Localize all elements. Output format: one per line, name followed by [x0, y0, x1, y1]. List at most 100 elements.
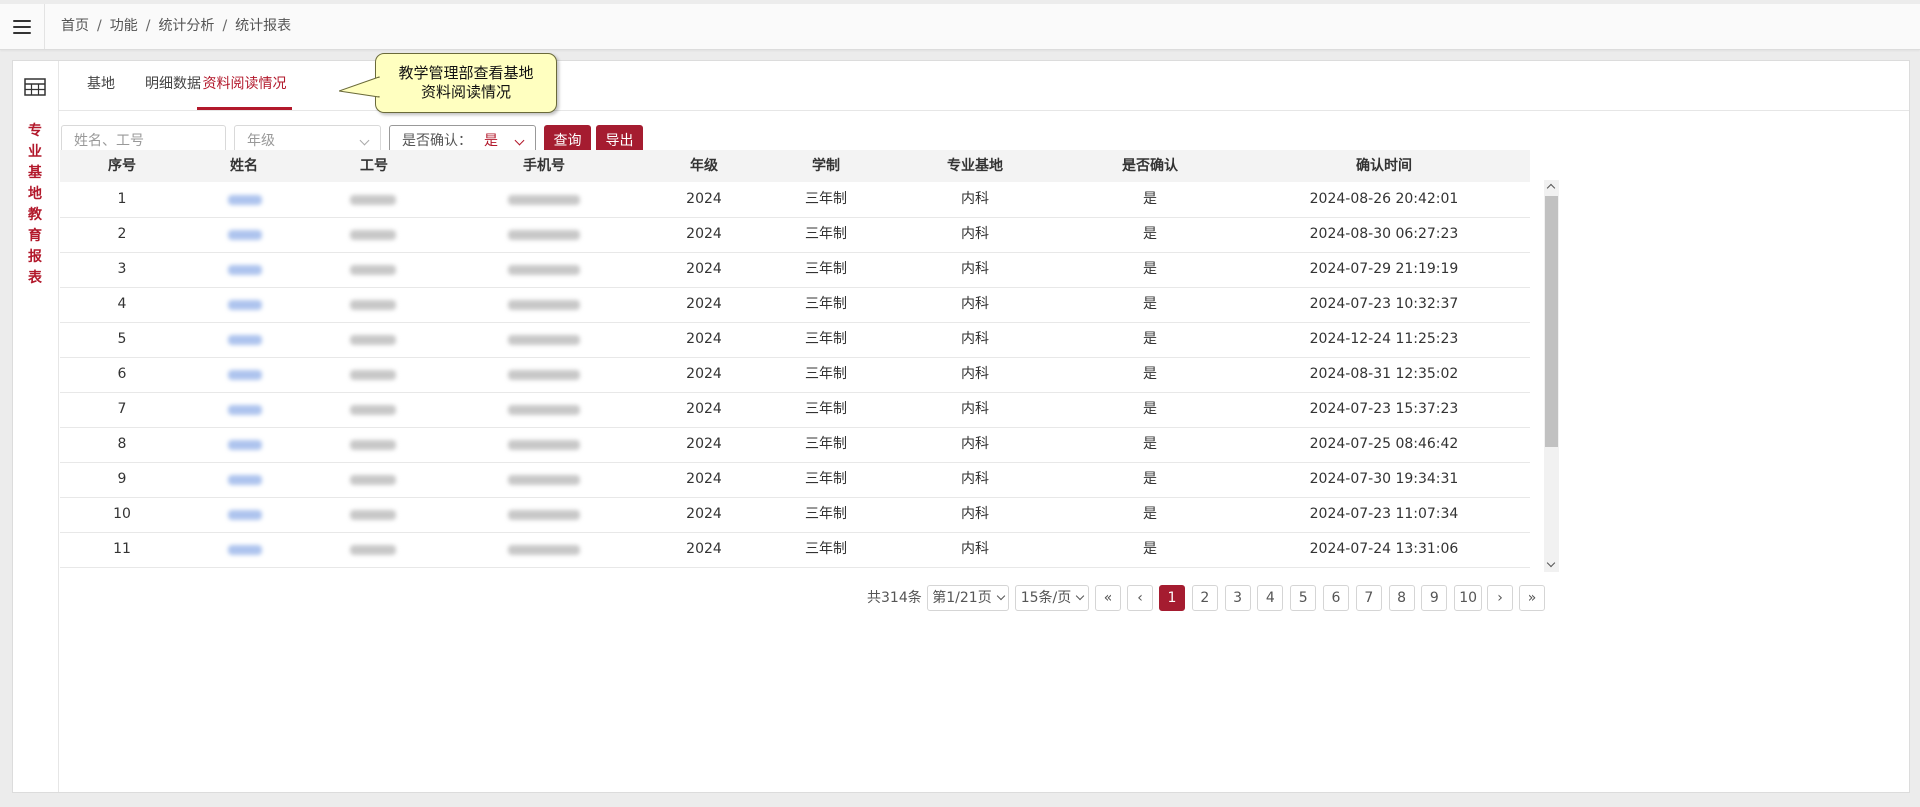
table-row[interactable]: 9 2024 三年制 内科 是 2024-07-30 19:34:31: [60, 462, 1530, 498]
page-button-5[interactable]: 5: [1290, 585, 1317, 611]
page-button-7[interactable]: 7: [1355, 585, 1382, 611]
table-row[interactable]: 1 2024 三年制 内科 是 2024-08-26 20:42:01: [60, 182, 1530, 218]
tab-base[interactable]: 基地: [76, 61, 126, 110]
col-name-redacted[interactable]: [228, 510, 262, 520]
col-phone-redacted: [508, 230, 580, 240]
col-job-id-redacted: [350, 405, 396, 415]
scroll-down-arrow-icon[interactable]: [1544, 558, 1559, 572]
table-row[interactable]: 11 2024 三年制 内科 是 2024-07-24 13:31:06: [60, 532, 1530, 568]
page-button-4[interactable]: 4: [1257, 585, 1284, 611]
page-button-1[interactable]: 1: [1159, 585, 1185, 611]
col-name-redacted[interactable]: [228, 265, 262, 275]
col-grade: 2024: [686, 191, 722, 207]
col-name-redacted[interactable]: [228, 370, 262, 380]
scroll-thumb[interactable]: [1545, 196, 1558, 447]
page-size-select[interactable]: 15条/页: [1015, 585, 1089, 611]
col-header-job-id: 工号: [360, 158, 388, 174]
col-confirm-time: 2024-07-25 08:46:42: [1309, 436, 1459, 452]
table-row[interactable]: 10 2024 三年制 内科 是 2024-07-23 11:07:34: [60, 497, 1530, 533]
table-row[interactable]: 3 2024 三年制 内科 是 2024-07-29 21:19:19: [60, 252, 1530, 288]
table-scrollbar[interactable]: [1544, 180, 1559, 572]
table-header: 序号 姓名 工号 手机号 年级 学制 专业基地 是否确认 确认时间: [60, 150, 1530, 182]
tab-bar: 基地 明细数据 资料阅读情况: [58, 61, 1909, 111]
page-button-8[interactable]: 8: [1388, 585, 1415, 611]
col-confirm-time: 2024-08-26 20:42:01: [1309, 191, 1459, 207]
col-index: 3: [117, 261, 127, 277]
col-phone-redacted: [508, 335, 580, 345]
col-system: 三年制: [805, 226, 847, 242]
table-row[interactable]: 4 2024 三年制 内科 是 2024-07-23 10:32:37: [60, 287, 1530, 323]
col-confirm-time: 2024-07-23 10:32:37: [1309, 296, 1459, 312]
col-phone-redacted: [508, 440, 580, 450]
table-row[interactable]: 2 2024 三年制 内科 是 2024-08-30 06:27:23: [60, 217, 1530, 253]
sidebar-title-char: 报: [28, 249, 42, 265]
col-system: 三年制: [805, 331, 847, 347]
table-row[interactable]: 8 2024 三年制 内科 是 2024-07-25 08:46:42: [60, 427, 1530, 463]
col-header-name: 姓名: [230, 158, 258, 174]
col-phone-redacted: [508, 195, 580, 205]
col-grade: 2024: [686, 296, 722, 312]
col-job-id-redacted: [350, 475, 396, 485]
col-base: 内科: [961, 191, 989, 207]
col-index: 1: [117, 191, 127, 207]
breadcrumb-home[interactable]: 首页: [61, 18, 89, 34]
col-system: 三年制: [805, 296, 847, 312]
col-grade: 2024: [686, 541, 722, 557]
col-grade: 2024: [686, 366, 722, 382]
page-info-select[interactable]: 第1/21页: [927, 585, 1009, 611]
col-name-redacted[interactable]: [228, 475, 262, 485]
col-index: 4: [117, 296, 127, 312]
col-name-redacted[interactable]: [228, 335, 262, 345]
col-index: 10: [113, 506, 131, 522]
page-button-10[interactable]: 10: [1454, 585, 1483, 611]
col-name-redacted[interactable]: [228, 405, 262, 415]
col-name-redacted[interactable]: [228, 440, 262, 450]
table-grid-icon[interactable]: [24, 78, 46, 96]
col-system: 三年制: [805, 471, 847, 487]
sidebar-vertical-title[interactable]: 专 业 基 地 教 育 报 表: [24, 121, 46, 289]
col-confirmed: 是: [1143, 191, 1157, 207]
col-confirmed: 是: [1143, 436, 1157, 452]
left-column: 专 业 基 地 教 育 报 表: [13, 61, 59, 792]
scroll-up-arrow-icon[interactable]: [1544, 180, 1559, 194]
page-size-label: 15条/页: [1020, 590, 1072, 606]
breadcrumb-function[interactable]: 功能: [110, 18, 138, 34]
sidebar-title-char: 业: [28, 144, 42, 160]
col-job-id-redacted: [350, 335, 396, 345]
table-row[interactable]: 7 2024 三年制 内科 是 2024-07-23 15:37:23: [60, 392, 1530, 428]
col-confirmed: 是: [1143, 331, 1157, 347]
last-page-button[interactable]: »: [1519, 585, 1545, 611]
tab-reading-status[interactable]: 资料阅读情况: [197, 61, 292, 110]
next-page-button[interactable]: ›: [1487, 585, 1513, 611]
col-confirmed: 是: [1143, 506, 1157, 522]
col-index: 7: [117, 401, 127, 417]
col-name-redacted[interactable]: [228, 545, 262, 555]
page-button-3[interactable]: 3: [1224, 585, 1251, 611]
col-header-confirm-time: 确认时间: [1356, 158, 1412, 174]
col-name-redacted[interactable]: [228, 300, 262, 310]
col-grade: 2024: [686, 261, 722, 277]
col-job-id-redacted: [350, 230, 396, 240]
col-name-redacted[interactable]: [228, 195, 262, 205]
col-base: 内科: [961, 436, 989, 452]
page-button-9[interactable]: 9: [1421, 585, 1448, 611]
col-base: 内科: [961, 261, 989, 277]
col-index: 6: [117, 366, 127, 382]
breadcrumb-current: 统计报表: [235, 18, 292, 34]
sidebar-title-char: 育: [28, 228, 42, 244]
col-phone-redacted: [508, 300, 580, 310]
first-page-button[interactable]: «: [1095, 585, 1121, 611]
page-button-6[interactable]: 6: [1323, 585, 1349, 611]
page-button-2[interactable]: 2: [1191, 585, 1218, 611]
col-name-redacted[interactable]: [228, 230, 262, 240]
table-row[interactable]: 6 2024 三年制 内科 是 2024-08-31 12:35:02: [60, 357, 1530, 393]
sidebar-title-char: 表: [28, 270, 42, 286]
col-confirmed: 是: [1143, 226, 1157, 242]
hamburger-menu-icon[interactable]: [0, 4, 45, 49]
prev-page-button[interactable]: ‹: [1127, 585, 1153, 611]
callout-line-1: 教学管理部查看基地: [398, 64, 534, 82]
col-index: 9: [117, 471, 127, 487]
col-system: 三年制: [805, 261, 847, 277]
breadcrumb-statistics[interactable]: 统计分析: [158, 18, 214, 34]
table-row[interactable]: 5 2024 三年制 内科 是 2024-12-24 11:25:23: [60, 322, 1530, 358]
